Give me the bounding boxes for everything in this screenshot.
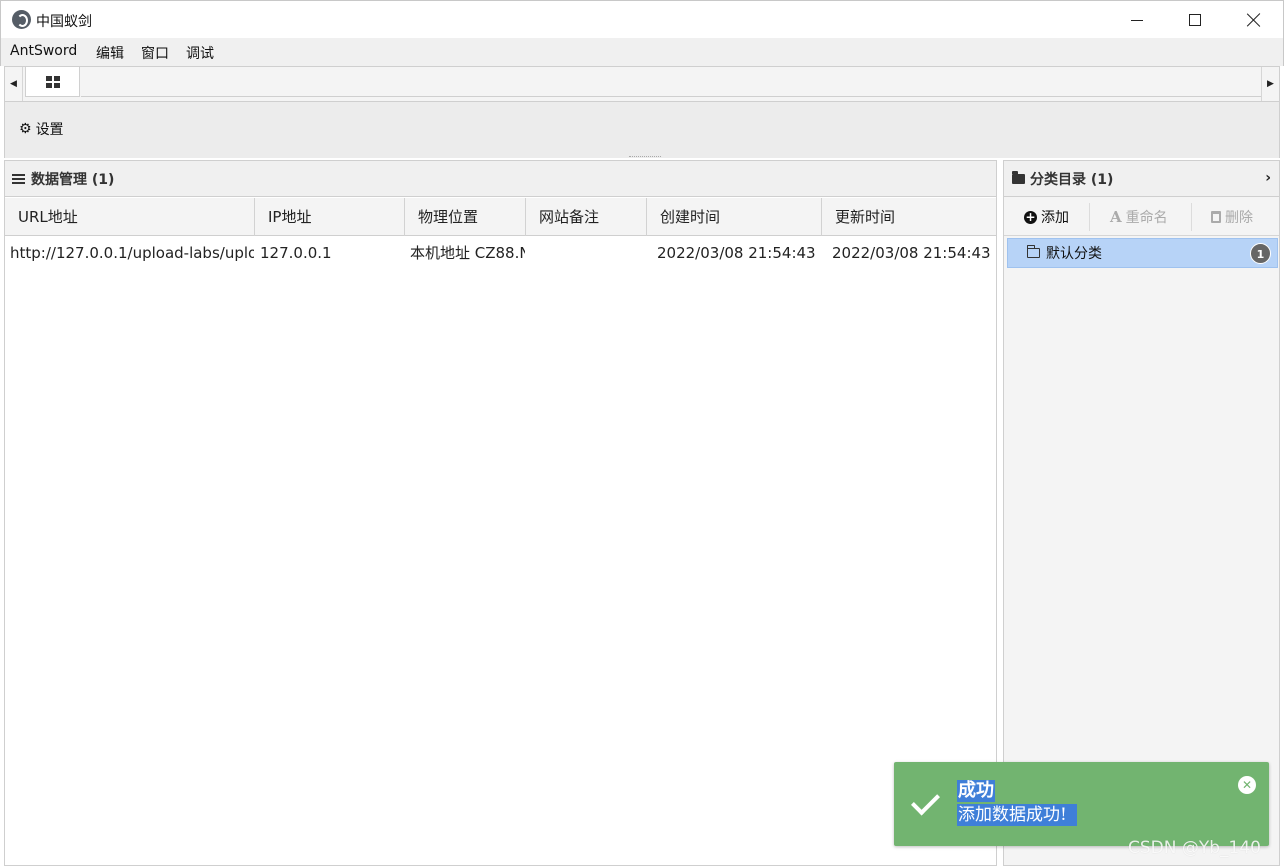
table-row[interactable]: http://127.0.0.1/upload-labs/uploa 127.0… [5,237,996,269]
table-header: URL地址 IP地址 物理位置 网站备注 创建时间 更新时间 [5,198,996,236]
column-header-url[interactable]: URL地址 [5,198,255,236]
toast-message: 添加数据成功! [957,804,1077,826]
add-category-label: 添加 [1041,210,1069,226]
maximize-icon [1189,14,1201,26]
plus-circle-icon: + [1024,209,1037,224]
delete-category-button[interactable]: 删除 [1211,207,1253,227]
delete-category-label: 删除 [1225,210,1253,226]
tab-scroll-left-button[interactable]: ◀ [5,67,23,101]
cell-created: 2022/03/08 21:54:43 [657,244,816,262]
toast-title: 成功 [957,780,995,802]
minimize-button[interactable] [1108,1,1166,39]
gear-icon: ⚙ [19,121,32,137]
folder-open-icon [1027,245,1040,258]
splitter-handle[interactable] [629,156,661,157]
data-management-panel: 数据管理 (1) URL地址 IP地址 物理位置 网站备注 创建时间 更新时间 … [4,160,997,866]
menu-edit[interactable]: 编辑 [96,43,124,63]
window-title: 中国蚁剑 [36,14,92,30]
add-category-button[interactable]: + 添加 [1024,207,1069,227]
tab-home[interactable] [25,67,80,97]
toolbar: ⚙ 设置 [4,102,1280,158]
column-header-ip[interactable]: IP地址 [255,198,405,236]
cell-note [531,237,646,269]
tab-bar: ◀ ▶ [4,66,1280,102]
close-icon [1247,13,1261,27]
data-panel-title: 数据管理 (1) [31,171,115,188]
checkmark-icon [914,792,942,812]
category-toolbar: + 添加 A 重命名 删除 [1004,198,1279,236]
folder-icon [1012,170,1025,184]
cell-ip: 127.0.0.1 [260,244,332,262]
watermark: CSDN @Yb_140 [1128,838,1261,858]
caret-left-icon: ◀ [10,79,17,89]
grid-icon [45,75,60,88]
count-badge: 1 [1250,243,1271,264]
category-panel-title: 分类目录 (1) [1030,171,1114,188]
settings-button[interactable]: ⚙ 设置 [19,119,64,139]
cell-url: http://127.0.0.1/upload-labs/uploa [10,244,254,262]
title-bar: 中国蚁剑 [0,0,1284,38]
toast-close-button[interactable]: ✕ [1238,776,1256,794]
collapse-panel-button[interactable]: › [1265,170,1271,186]
menu-bar: AntSword 编辑 窗口 调试 [0,38,1284,66]
font-icon: A [1110,208,1122,226]
cell-location: 本机地址 CZ88.N [410,244,525,262]
menu-window[interactable]: 窗口 [141,43,169,63]
column-header-created[interactable]: 创建时间 [647,198,822,236]
rename-category-label: 重命名 [1125,210,1168,226]
settings-label: 设置 [35,122,64,138]
column-header-location[interactable]: 物理位置 [405,198,526,236]
maximize-button[interactable] [1166,1,1224,39]
antsword-logo-icon [12,10,31,29]
cell-updated: 2022/03/08 21:54:43 [832,244,991,262]
column-header-note[interactable]: 网站备注 [526,198,647,236]
caret-right-icon: ▶ [1267,79,1274,89]
menu-debug[interactable]: 调试 [186,43,214,63]
tab-scroll-right-button[interactable]: ▶ [1261,67,1279,101]
category-item-label: 默认分类 [1046,246,1102,262]
rename-category-button[interactable]: A 重命名 [1110,207,1168,227]
minimize-icon [1131,19,1143,21]
category-panel: 分类目录 (1) › + 添加 A 重命名 删除 默认分类 1 [1003,160,1280,866]
menu-antsword[interactable]: AntSword [10,43,77,59]
close-button[interactable] [1225,1,1283,39]
category-item-default[interactable]: 默认分类 1 [1007,238,1278,268]
column-header-updated[interactable]: 更新时间 [822,198,996,236]
data-panel-header: 数据管理 (1) [5,161,996,197]
category-panel-header: 分类目录 (1) › [1004,161,1279,197]
trash-icon [1211,211,1221,223]
list-icon [12,173,25,184]
success-toast [894,762,1269,846]
